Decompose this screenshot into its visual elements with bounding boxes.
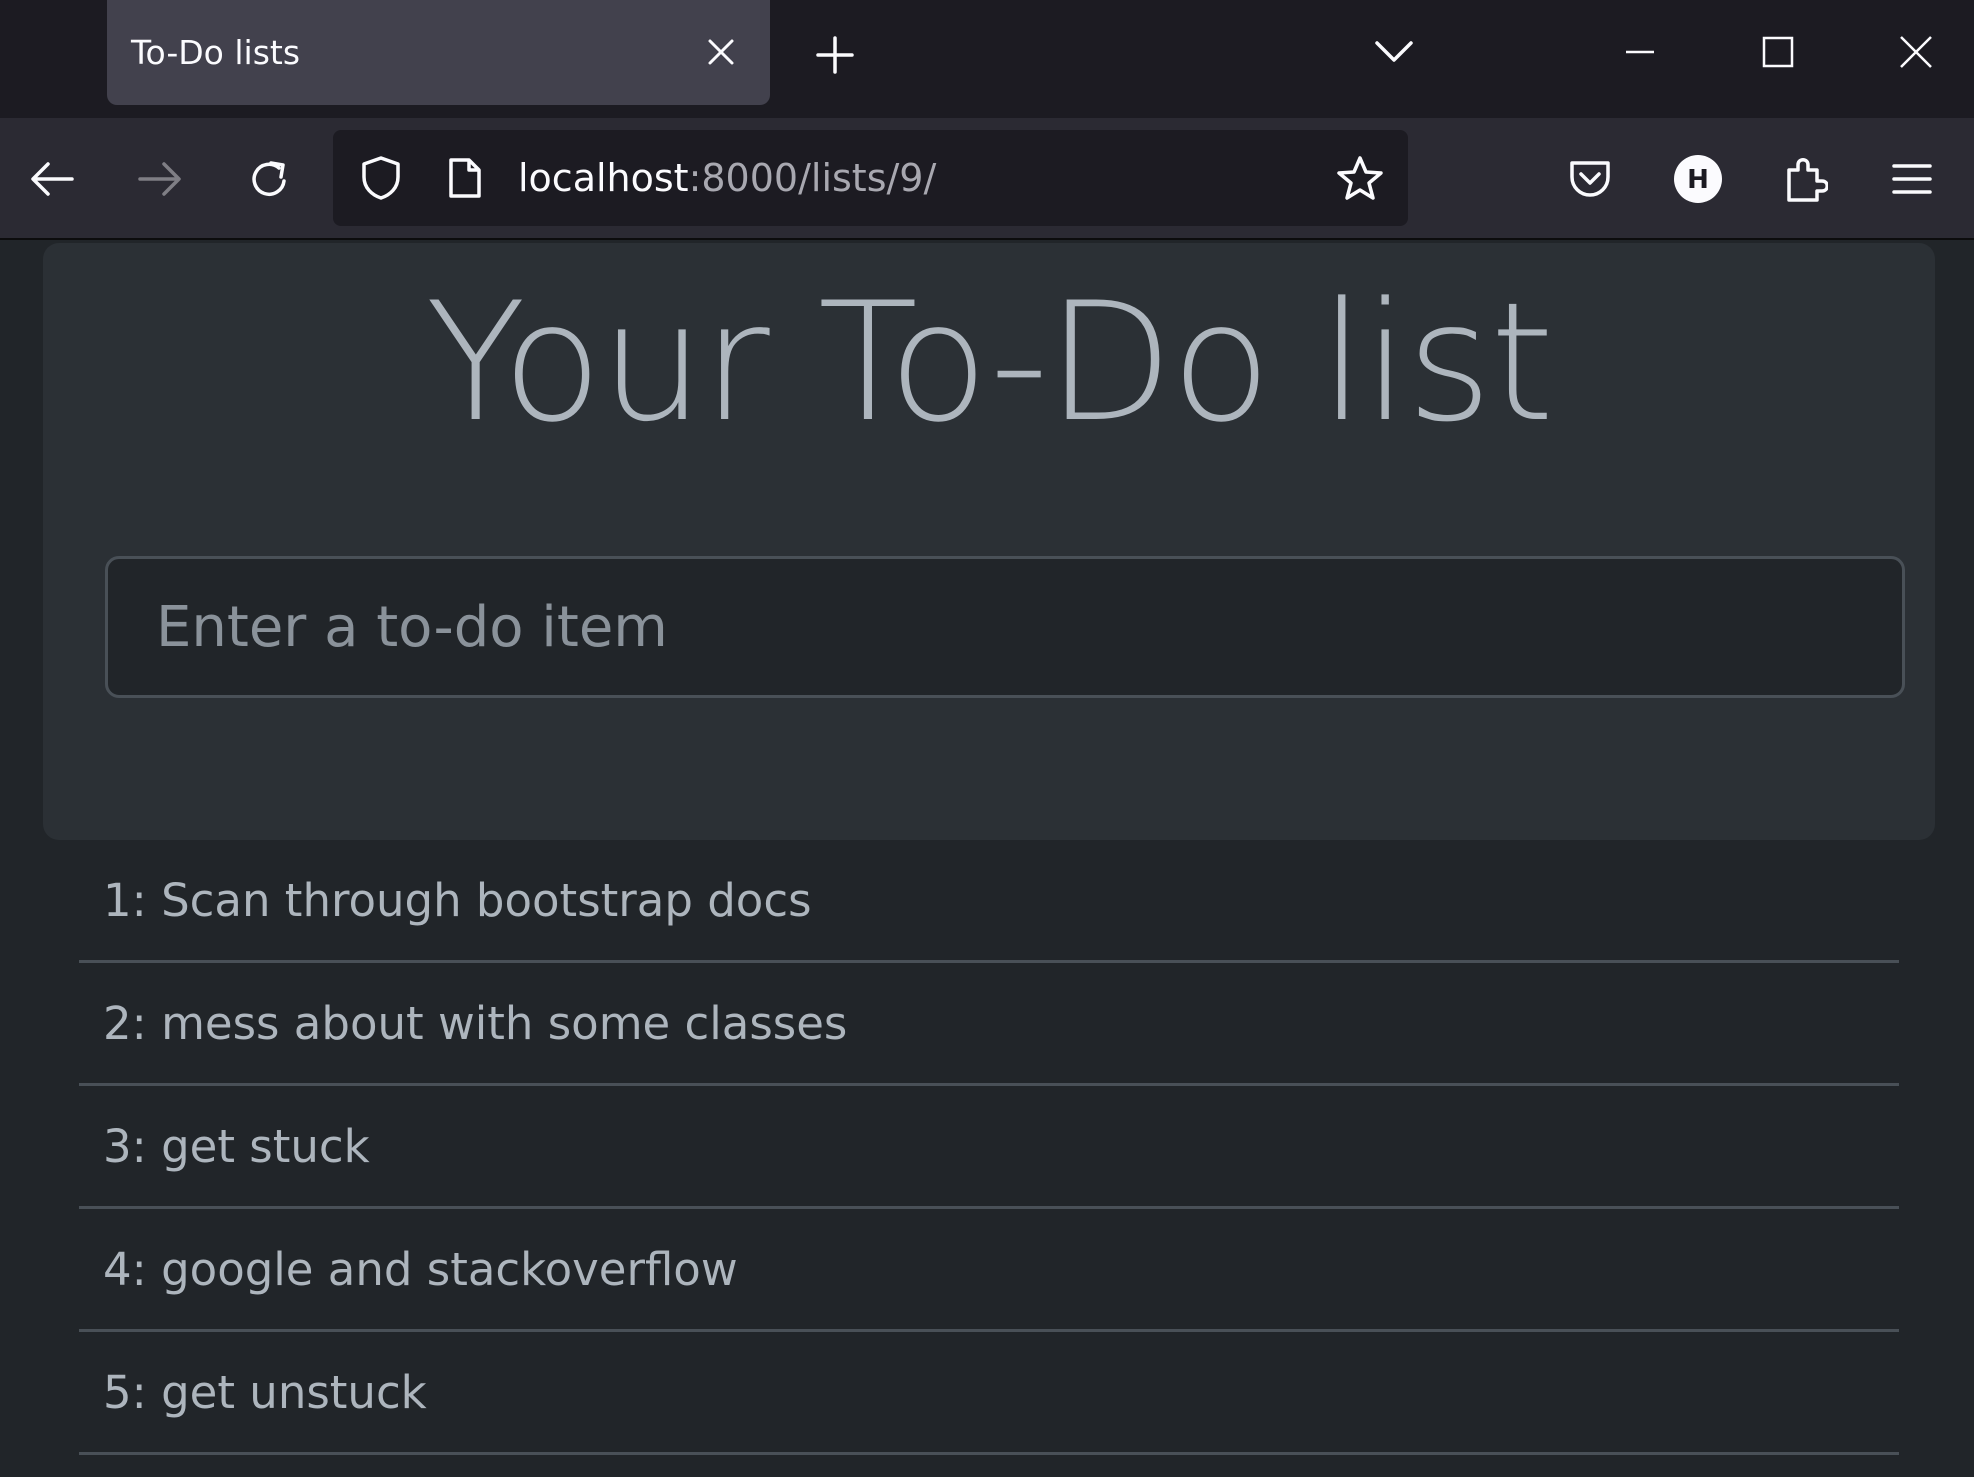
address-bar[interactable]: localhost:8000/lists/9/ (333, 130, 1408, 226)
account-initial: H (1687, 165, 1709, 195)
url-path: :8000/lists/9/ (688, 156, 937, 200)
header-panel: Your To-Do list (43, 243, 1935, 840)
puzzle-icon[interactable] (1772, 145, 1840, 213)
reload-icon[interactable] (235, 145, 303, 213)
browser-tab[interactable]: To-Do lists (107, 0, 770, 105)
list-item: 1: Scan through bootstrap docs (79, 840, 1899, 963)
arrow-right-icon[interactable] (126, 145, 194, 213)
url-host: localhost (518, 156, 689, 200)
pocket-icon[interactable] (1556, 145, 1624, 213)
arrow-left-icon[interactable] (18, 145, 86, 213)
close-icon[interactable] (696, 27, 746, 77)
plus-icon[interactable] (807, 27, 863, 83)
todo-list: 1: Scan through bootstrap docs 2: mess a… (79, 840, 1899, 1455)
maximize-icon[interactable] (1748, 22, 1808, 82)
hamburger-menu-icon[interactable] (1878, 145, 1946, 213)
list-item: 5: get unstuck (79, 1332, 1899, 1455)
page-content: Your To-Do list 1: Scan through bootstra… (0, 240, 1974, 1477)
account-icon[interactable]: H (1664, 145, 1732, 213)
list-item: 2: mess about with some classes (79, 963, 1899, 1086)
list-item: 3: get stuck (79, 1086, 1899, 1209)
page-icon[interactable] (437, 150, 493, 206)
new-item-input[interactable] (105, 556, 1905, 698)
page-title: Your To-Do list (425, 267, 1555, 458)
list-item: 4: google and stackoverflow (79, 1209, 1899, 1332)
tab-title: To-Do lists (131, 33, 301, 72)
navigation-toolbar: localhost:8000/lists/9/ H (0, 118, 1974, 240)
minimize-icon[interactable] (1610, 22, 1670, 82)
shield-icon[interactable] (353, 150, 409, 206)
url-text[interactable]: localhost:8000/lists/9/ (518, 130, 936, 226)
star-icon[interactable] (1332, 150, 1388, 206)
tab-strip: To-Do lists (0, 0, 1974, 118)
close-icon[interactable] (1886, 22, 1946, 82)
chevron-down-icon[interactable] (1366, 24, 1422, 80)
